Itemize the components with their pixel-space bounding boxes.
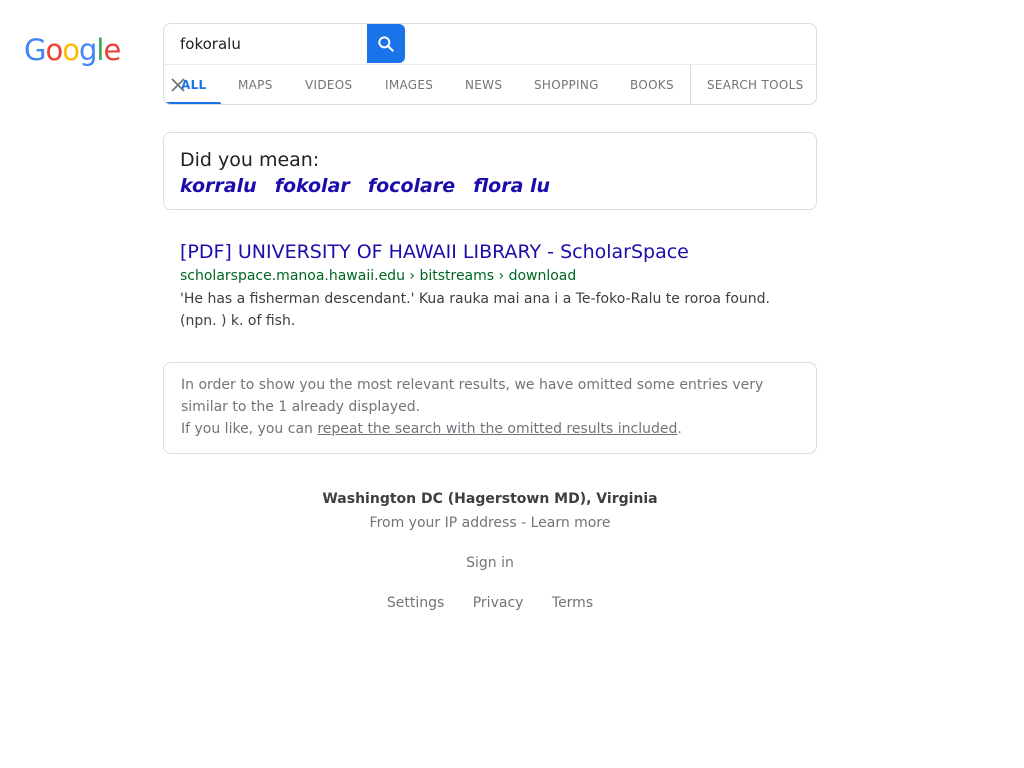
footer-signin: Sign in [163, 555, 817, 571]
search-input[interactable] [164, 24, 367, 64]
omitted-line: If you like, you can repeat the search w… [181, 418, 801, 440]
sign-in-link[interactable]: Sign in [466, 555, 514, 571]
tab-news[interactable]: NEWS [465, 65, 502, 104]
terms-link[interactable]: Terms [552, 595, 593, 611]
footer-location: Washington DC (Hagerstown MD), Virginia [322, 491, 658, 507]
tab-divider [690, 65, 691, 104]
ip-text: From your IP address [369, 515, 517, 531]
search-result: [PDF] UNIVERSITY OF HAWAII LIBRARY - Sch… [180, 240, 800, 332]
privacy-link[interactable]: Privacy [473, 595, 524, 611]
tab-search-tools[interactable]: SEARCH TOOLS [707, 65, 804, 104]
learn-more-link[interactable]: Learn more [531, 515, 611, 531]
logo-letter: g [78, 33, 97, 67]
logo-letter: o [45, 33, 63, 67]
active-tab-indicator [164, 102, 221, 104]
suggestion-link[interactable]: focolare [368, 175, 455, 197]
google-logo[interactable]: Google [24, 33, 121, 67]
tab-maps[interactable]: MAPS [238, 65, 273, 104]
tab-shopping[interactable]: SHOPPING [534, 65, 599, 104]
suggestion-link[interactable]: fokolar [275, 175, 350, 197]
suggestion-link[interactable]: flora lu [473, 175, 550, 197]
search-tabs: ALL MAPS VIDEOS IMAGES NEWS SHOPPING BOO… [164, 64, 816, 104]
omitted-prefix: If you like, you can [181, 421, 318, 437]
logo-letter: G [24, 33, 47, 67]
result-snippet: 'He has a fisherman descendant.' Kua rau… [180, 288, 800, 332]
ip-separator: - [516, 515, 531, 531]
did-you-mean-card: Did you mean: korralu fokolar focolare f… [163, 132, 817, 210]
result-title-link[interactable]: [PDF] UNIVERSITY OF HAWAII LIBRARY - Sch… [180, 240, 800, 264]
omitted-results-notice: In order to show you the most relevant r… [163, 362, 817, 454]
snippet-line: (npn. ) k. of fish. [180, 313, 296, 329]
omitted-line: In order to show you the most relevant r… [181, 377, 764, 393]
omitted-text: In order to show you the most relevant r… [181, 374, 801, 440]
suggestion-link[interactable]: korralu [180, 175, 257, 197]
omitted-suffix: . [677, 421, 682, 437]
search-box: ALL MAPS VIDEOS IMAGES NEWS SHOPPING BOO… [163, 23, 817, 105]
settings-link[interactable]: Settings [387, 595, 444, 611]
repeat-search-link[interactable]: repeat the search with the omitted resul… [317, 421, 677, 437]
search-icon [378, 35, 394, 52]
omitted-line: similar to the 1 already displayed. [181, 399, 421, 415]
logo-letter: e [103, 33, 121, 67]
search-row [164, 24, 816, 64]
did-you-mean-suggestions: korralu fokolar focolare flora lu [180, 175, 563, 197]
search-button[interactable] [367, 24, 405, 63]
did-you-mean-label: Did you mean: [180, 149, 320, 171]
result-url[interactable]: scholarspace.manoa.hawaii.edu › bitstrea… [180, 267, 800, 285]
tab-all[interactable]: ALL [181, 65, 206, 104]
logo-letter: l [96, 33, 104, 67]
footer-ip-line: From your IP address - Learn more [163, 515, 817, 531]
tab-images[interactable]: IMAGES [385, 65, 433, 104]
tab-books[interactable]: BOOKS [630, 65, 674, 104]
logo-letter: o [62, 33, 80, 67]
footer-links: Settings Privacy Terms [163, 595, 817, 611]
tab-videos[interactable]: VIDEOS [305, 65, 352, 104]
snippet-line: 'He has a fisherman descendant.' Kua rau… [180, 291, 770, 307]
